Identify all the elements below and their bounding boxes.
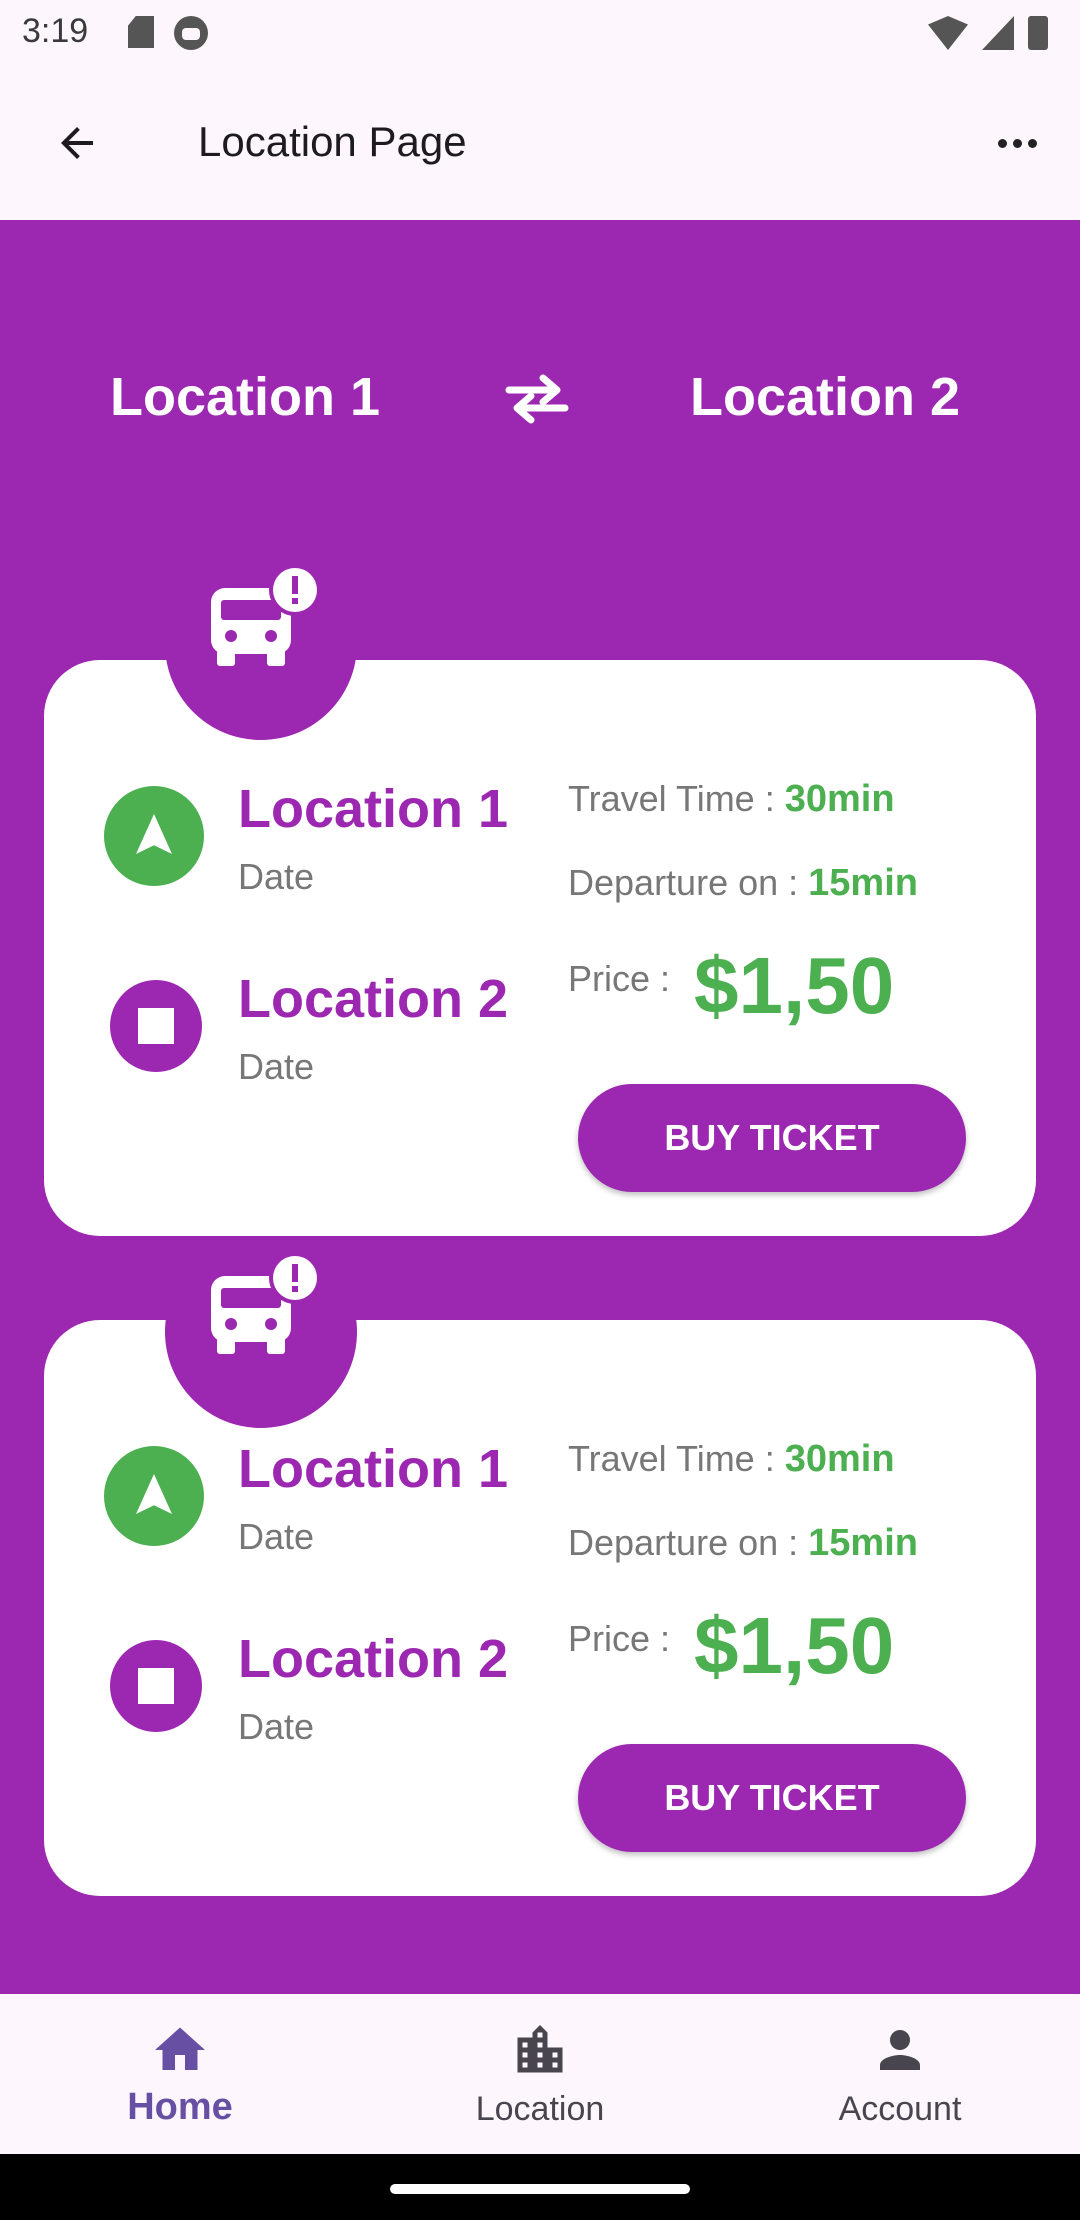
- system-icons: [928, 16, 1048, 50]
- travel-time: Travel Time : 30min: [568, 1438, 895, 1481]
- status-bar: 3:19: [0, 0, 1080, 66]
- departure-label: Departure on :: [568, 862, 799, 903]
- status-time: 3:19: [22, 12, 89, 50]
- start-date: Date: [238, 1516, 315, 1557]
- bus-alert-icon: [165, 1236, 357, 1428]
- city-icon: [517, 2025, 563, 2073]
- travel-time-value: 30min: [784, 1438, 895, 1480]
- departure-value: 15min: [808, 862, 918, 904]
- price-label: Price :: [568, 958, 671, 999]
- battery-icon: [1028, 16, 1048, 50]
- swap-icon[interactable]: [503, 370, 571, 426]
- nav-item-location[interactable]: Location: [360, 1994, 720, 2154]
- more-options-icon[interactable]: [984, 110, 1050, 176]
- app-notification-icon: [174, 16, 208, 50]
- departure-label: Departure on :: [568, 1522, 799, 1563]
- home-icon: [155, 2027, 205, 2070]
- sd-card-icon: [128, 16, 154, 48]
- bus-alert-icon: [165, 548, 357, 740]
- app-bar: Location Page: [0, 66, 1080, 220]
- start-location-name: Location 1: [238, 779, 509, 839]
- system-navigation-bar: [0, 2154, 1080, 2220]
- start-location-name: Location 1: [238, 1439, 509, 1499]
- trip-card: Location 1 Date Location 2 Date Travel T…: [44, 660, 1036, 1236]
- price-value: $1,50: [694, 941, 895, 1030]
- departure-value: 15min: [808, 1522, 918, 1564]
- bottom-navigation: Home Location Account: [0, 1994, 1080, 2154]
- price-label: Price :: [568, 1618, 671, 1659]
- trip-card: Location 1 Date Location 2 Date Travel T…: [44, 1320, 1036, 1896]
- nav-item-account[interactable]: Account: [720, 1994, 1080, 2154]
- stop-icon: [110, 1640, 202, 1732]
- end-date: Date: [238, 1046, 315, 1087]
- signal-icon: [982, 16, 1014, 50]
- price-value: $1,50: [694, 1601, 895, 1690]
- departure-time: Departure on : 15min: [568, 862, 918, 905]
- buy-ticket-button[interactable]: BUY TICKET: [578, 1084, 966, 1192]
- travel-time-value: 30min: [784, 778, 895, 820]
- start-navigation-icon: [104, 1446, 204, 1546]
- departure-time: Departure on : 15min: [568, 1522, 918, 1565]
- end-location-name: Location 2: [238, 969, 509, 1029]
- page-title: Location Page: [198, 118, 467, 165]
- wifi-icon: [928, 16, 968, 50]
- back-arrow-icon[interactable]: [44, 110, 110, 176]
- travel-time: Travel Time : 30min: [568, 778, 895, 821]
- end-date: Date: [238, 1706, 315, 1747]
- stop-icon: [110, 980, 202, 1072]
- home-gesture-handle[interactable]: [390, 2184, 690, 2194]
- notification-icons: [128, 16, 208, 50]
- route-destination[interactable]: Location 2: [690, 366, 960, 428]
- end-location-name: Location 2: [238, 1629, 509, 1689]
- start-date: Date: [238, 856, 315, 897]
- nav-label-home: Home: [127, 2086, 233, 2128]
- route-origin[interactable]: Location 1: [110, 366, 380, 428]
- nav-label-location: Location: [475, 2090, 605, 2128]
- person-icon: [880, 2030, 920, 2070]
- travel-time-label: Travel Time :: [568, 1438, 775, 1479]
- start-navigation-icon: [104, 786, 204, 886]
- nav-label-account: Account: [838, 2090, 962, 2128]
- travel-time-label: Travel Time :: [568, 778, 775, 819]
- nav-item-home[interactable]: Home: [0, 1994, 360, 2154]
- buy-ticket-button[interactable]: BUY TICKET: [578, 1744, 966, 1852]
